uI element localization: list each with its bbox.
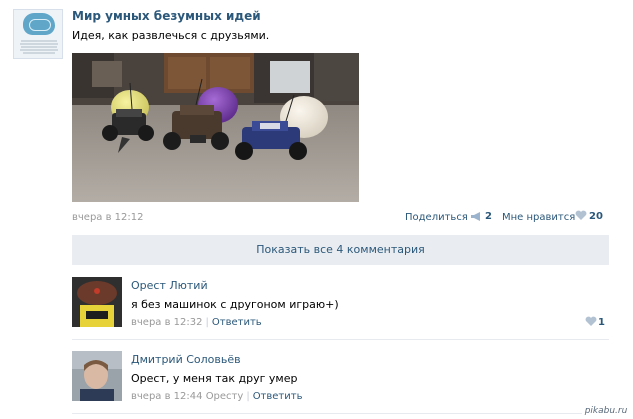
comment-time-link[interactable]: вчера в 12:44 [131,391,203,402]
comment-author-link[interactable]: Дмитрий Соловьёв [131,353,241,366]
watermark: pikabu.ru [582,404,630,418]
share-count: 2 [485,211,492,222]
comment-text: Орест, у меня так друг умер [131,372,298,385]
comment-divider [72,413,609,414]
avatar-image [72,277,122,327]
comment-time-link[interactable]: вчера в 12:32 [131,317,203,328]
post-photo[interactable] [72,53,359,202]
show-all-comments-button[interactable]: Показать все 4 комментария [72,235,609,265]
reply-button[interactable]: Ответить [253,391,303,402]
reply-button[interactable]: Ответить [212,317,262,328]
reply-to-link[interactable]: Оресту [206,391,244,402]
heart-icon-shape [585,316,597,326]
comment-avatar[interactable] [72,277,122,327]
post-text: Идея, как развлечься с друзьями. [72,29,270,42]
megaphone-icon-shape [471,212,480,221]
heart-icon[interactable] [575,210,587,223]
comment-meta: вчера в 12:32 | Ответить [131,317,262,328]
like-count: 20 [589,211,603,222]
avatar-lines [20,40,58,54]
comment-like-count: 1 [598,317,605,328]
separator: | [246,391,250,402]
brain-icon [23,13,55,35]
photo-scene [72,53,359,202]
group-avatar[interactable] [13,9,63,59]
comment-meta: вчера в 12:44 Оресту | Ответить [131,391,302,402]
avatar-image [72,351,122,401]
megaphone-icon[interactable] [470,211,482,222]
avatar-caption [17,39,61,57]
share-button[interactable]: Поделиться [405,212,468,223]
like-button[interactable]: Мне нравится [502,212,575,223]
comment-text: я без машинок с другоном играю+) [131,298,339,311]
heart-icon-shape [575,210,587,220]
comment-avatar[interactable] [72,351,122,401]
comment-author-link[interactable]: Орест Лютий [131,279,208,292]
post-time-link[interactable]: вчера в 12:12 [72,212,144,223]
heart-icon[interactable] [585,316,597,330]
separator: | [205,317,209,328]
group-name-link[interactable]: Мир умных безумных идей [72,9,261,23]
comment-divider [72,339,609,340]
